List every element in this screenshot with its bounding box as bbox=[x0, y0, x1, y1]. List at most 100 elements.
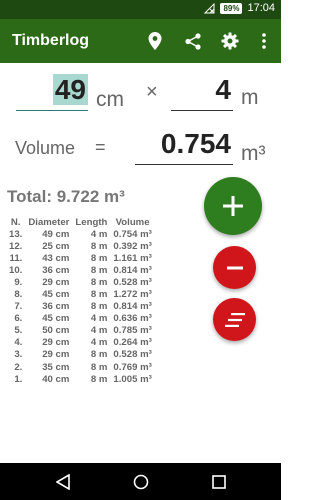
main-content: 49 cm × 4 m Volume = 0.754 m³ Total: 9.7… bbox=[0, 63, 281, 463]
log-table: N. Diameter Length Volume 13. 49 cm 4 m 0.7… bbox=[6, 216, 155, 385]
table-row: 6. 45 cm 4 m 0.636 m³ bbox=[6, 313, 155, 325]
total-volume: Total: 9.722 m³ bbox=[7, 187, 125, 206]
table-row: 4. 29 cm 4 m 0.264 m³ bbox=[6, 337, 155, 349]
table-row: 7. 36 cm 8 m 0.814 m³ bbox=[6, 301, 155, 313]
clock: 17:04 bbox=[247, 2, 275, 14]
row-number: 9. bbox=[14, 276, 23, 288]
location-icon[interactable] bbox=[144, 30, 166, 52]
row-length: 4 m bbox=[90, 337, 108, 349]
row-diameter: 49 cm bbox=[42, 228, 70, 240]
more-vert-icon[interactable] bbox=[253, 30, 275, 52]
row-volume: 0.528 m³ bbox=[113, 349, 152, 361]
diameter-value: 49 bbox=[52, 74, 88, 105]
row-volume: 0.814 m³ bbox=[113, 301, 152, 313]
row-number: 3. bbox=[14, 349, 23, 361]
row-length: 8 m bbox=[90, 276, 108, 288]
diameter-input[interactable]: 49 bbox=[16, 71, 88, 111]
row-number: 6. bbox=[14, 313, 23, 325]
row-diameter: 29 cm bbox=[42, 337, 70, 349]
app-bar: Timberlog bbox=[0, 19, 281, 63]
add-log-button[interactable] bbox=[204, 177, 262, 235]
table-row: 10. 36 cm 8 m 0.814 m³ bbox=[6, 264, 155, 276]
diameter-unit: cm bbox=[96, 88, 124, 111]
row-volume: 0.636 m³ bbox=[113, 313, 152, 325]
row-diameter: 29 cm bbox=[42, 276, 70, 288]
volume-output: 0.754 bbox=[135, 125, 233, 165]
row-number: 7. bbox=[14, 301, 23, 313]
row-number: 4. bbox=[14, 337, 23, 349]
row-volume: 1.272 m³ bbox=[113, 289, 152, 301]
home-icon[interactable] bbox=[131, 472, 151, 492]
clear-all-button[interactable] bbox=[213, 298, 256, 341]
minus-icon bbox=[226, 266, 243, 269]
row-diameter: 25 cm bbox=[42, 240, 70, 252]
row-length: 8 m bbox=[90, 252, 108, 264]
settings-icon[interactable] bbox=[219, 30, 241, 52]
row-diameter: 36 cm bbox=[42, 301, 70, 313]
row-volume: 0.754 m³ bbox=[113, 228, 152, 240]
row-length: 4 m bbox=[90, 313, 108, 325]
row-diameter: 45 cm bbox=[42, 313, 70, 325]
row-length: 8 m bbox=[90, 373, 108, 385]
table-row: 3. 29 cm 8 m 0.528 m³ bbox=[6, 349, 155, 361]
row-number: 8. bbox=[14, 289, 23, 301]
row-number: 11. bbox=[9, 252, 23, 264]
row-length: 8 m bbox=[90, 301, 108, 313]
header-volume: Volume bbox=[115, 216, 150, 228]
row-number: 2. bbox=[14, 361, 23, 373]
row-volume: 0.264 m³ bbox=[113, 337, 152, 349]
table-row: 1. 40 cm 8 m 1.005 m³ bbox=[6, 373, 155, 385]
row-number: 13. bbox=[9, 228, 23, 240]
recents-icon[interactable] bbox=[209, 472, 229, 492]
row-volume: 0.769 m³ bbox=[113, 361, 152, 373]
length-unit: m bbox=[241, 86, 259, 109]
remove-last-button[interactable] bbox=[213, 246, 256, 289]
row-length: 8 m bbox=[90, 289, 108, 301]
share-icon[interactable] bbox=[182, 30, 204, 52]
back-icon[interactable] bbox=[53, 472, 73, 492]
row-length: 8 m bbox=[90, 361, 108, 373]
length-input[interactable]: 4 bbox=[171, 71, 233, 111]
row-diameter: 45 cm bbox=[42, 289, 70, 301]
row-diameter: 35 cm bbox=[42, 361, 70, 373]
volume-unit: m³ bbox=[241, 142, 266, 165]
table-body: 13. 49 cm 4 m 0.754 m³ 12. 25 cm 8 m 0.392 m³ 11… bbox=[6, 228, 155, 385]
row-diameter: 43 cm bbox=[42, 252, 70, 264]
volume-value: 0.754 bbox=[160, 128, 231, 159]
row-number: 5. bbox=[14, 325, 23, 337]
row-length: 8 m bbox=[90, 240, 108, 252]
row-diameter: 50 cm bbox=[42, 325, 70, 337]
row-diameter: 36 cm bbox=[42, 264, 70, 276]
table-row: 12. 25 cm 8 m 0.392 m³ bbox=[6, 240, 155, 252]
row-volume: 1.161 m³ bbox=[113, 252, 152, 264]
row-length: 8 m bbox=[90, 264, 108, 276]
multiply-sign: × bbox=[146, 81, 158, 103]
battery-indicator: 89% bbox=[220, 2, 243, 14]
length-value: 4 bbox=[215, 74, 231, 105]
row-volume: 0.814 m³ bbox=[113, 264, 152, 276]
header-diameter: Diameter bbox=[28, 216, 70, 228]
equals-sign: = bbox=[95, 137, 106, 157]
table-row: 11. 43 cm 8 m 1.161 m³ bbox=[6, 252, 155, 264]
signal-off-icon bbox=[204, 2, 215, 14]
app-title: Timberlog bbox=[12, 32, 90, 49]
header-length: Length bbox=[75, 216, 108, 228]
row-number: 1. bbox=[14, 373, 23, 385]
clear-all-icon bbox=[224, 312, 245, 327]
plus-icon bbox=[223, 196, 243, 216]
row-length: 8 m bbox=[90, 349, 108, 361]
row-volume: 0.785 m³ bbox=[113, 325, 152, 337]
row-volume: 0.528 m³ bbox=[113, 276, 152, 288]
table-header-row: N. Diameter Length Volume bbox=[6, 216, 155, 228]
table-row: 8. 45 cm 8 m 1.272 m³ bbox=[6, 288, 155, 300]
row-diameter: 29 cm bbox=[42, 349, 70, 361]
row-volume: 1.005 m³ bbox=[113, 373, 152, 385]
table-row: 5. 50 cm 4 m 0.785 m³ bbox=[6, 325, 155, 337]
row-number: 10. bbox=[9, 264, 23, 276]
header-number: N. bbox=[10, 216, 21, 228]
row-diameter: 40 cm bbox=[42, 373, 70, 385]
row-length: 4 m bbox=[90, 228, 108, 240]
table-row: 13. 49 cm 4 m 0.754 m³ bbox=[6, 228, 155, 240]
volume-label: Volume bbox=[15, 138, 76, 158]
row-length: 4 m bbox=[90, 325, 108, 337]
